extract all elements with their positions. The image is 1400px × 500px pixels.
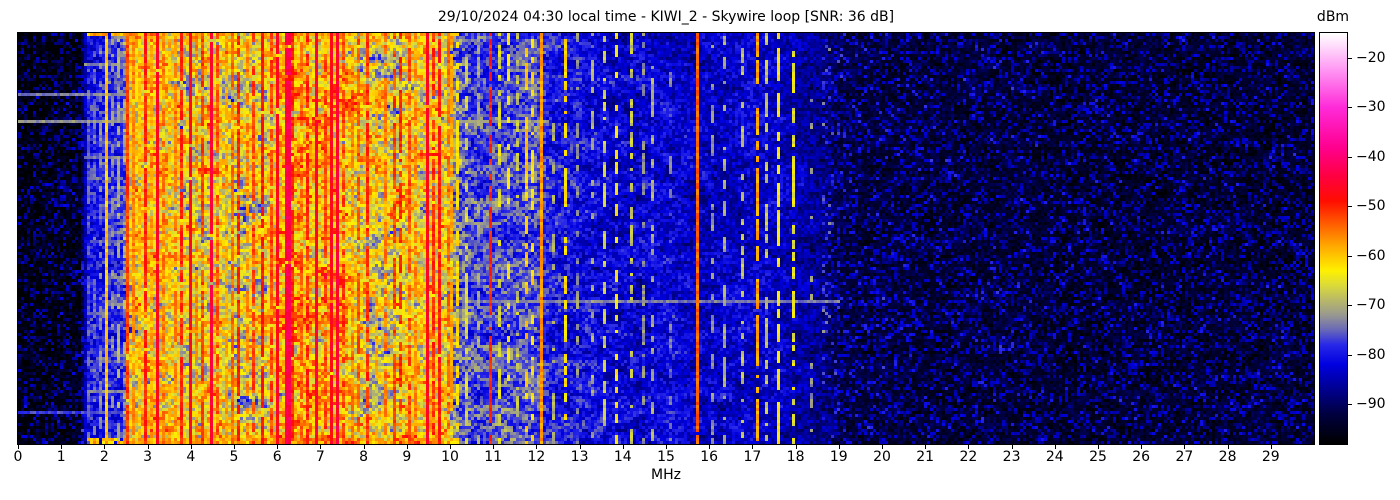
x-tick-label: 20 (873, 449, 891, 465)
x-tick-label: 26 (1132, 449, 1151, 465)
x-tick-label: 2 (99, 449, 109, 465)
colorbar-tick (1348, 156, 1352, 158)
x-tick-label: 1 (56, 449, 66, 465)
colorbar-tick-label: −30 (1356, 99, 1386, 116)
colorbar-tick (1348, 206, 1352, 208)
x-tick-label: 28 (1218, 449, 1237, 465)
plot-frame (17, 32, 1315, 445)
x-tick-label: 14 (613, 449, 632, 465)
colorbar-canvas (1320, 33, 1347, 444)
colorbar-tick (1348, 305, 1352, 307)
colorbar-tick (1348, 354, 1352, 356)
colorbar-tick (1348, 404, 1352, 406)
x-tick-label: 7 (315, 449, 325, 465)
x-tick-label: 5 (229, 449, 239, 465)
spectrogram-figure: 29/10/2024 04:30 local time - KIWI_2 - S… (0, 0, 1400, 500)
x-tick-label: 15 (657, 449, 675, 465)
x-tick-label: 19 (829, 449, 848, 465)
x-tick-label: 8 (359, 449, 369, 465)
x-tick-label: 11 (484, 449, 503, 465)
x-tick-label: 18 (786, 449, 805, 465)
x-tick-label: 3 (143, 449, 153, 465)
colorbar-tick (1348, 107, 1352, 109)
colorbar-tick-label: −40 (1356, 148, 1386, 165)
x-tick-label: 12 (527, 449, 546, 465)
colorbar-tick (1348, 255, 1352, 257)
x-tick-label: 10 (441, 449, 459, 465)
x-tick-label: 25 (1089, 449, 1107, 465)
x-tick-label: 21 (916, 449, 935, 465)
x-tick-label: 29 (1261, 449, 1280, 465)
x-tick-label: 9 (402, 449, 412, 465)
x-tick-label: 27 (1175, 449, 1194, 465)
colorbar-unit-label: dBm (1316, 9, 1350, 25)
x-tick-label: 22 (959, 449, 978, 465)
x-tick-label: 17 (743, 449, 762, 465)
colorbar-tick-label: −70 (1356, 297, 1386, 314)
x-axis-label: MHz (651, 467, 681, 483)
x-tick-label: 0 (13, 449, 23, 465)
x-tick-label: 4 (186, 449, 196, 465)
colorbar-tick-label: −60 (1356, 247, 1386, 264)
spectrogram-canvas (18, 33, 1314, 444)
colorbar-tick-label: −50 (1356, 198, 1386, 215)
x-tick-label: 24 (1045, 449, 1064, 465)
x-tick-label: 6 (272, 449, 282, 465)
colorbar-tick-label: −20 (1356, 49, 1386, 66)
colorbar-tick-label: −80 (1356, 346, 1386, 363)
chart-title: 29/10/2024 04:30 local time - KIWI_2 - S… (437, 9, 895, 25)
x-tick-label: 13 (570, 449, 589, 465)
colorbar-tick-label: −90 (1356, 396, 1386, 413)
x-tick-label: 16 (700, 449, 719, 465)
colorbar-frame (1319, 32, 1348, 445)
colorbar-tick (1348, 57, 1352, 59)
x-tick-label: 23 (1002, 449, 1021, 465)
